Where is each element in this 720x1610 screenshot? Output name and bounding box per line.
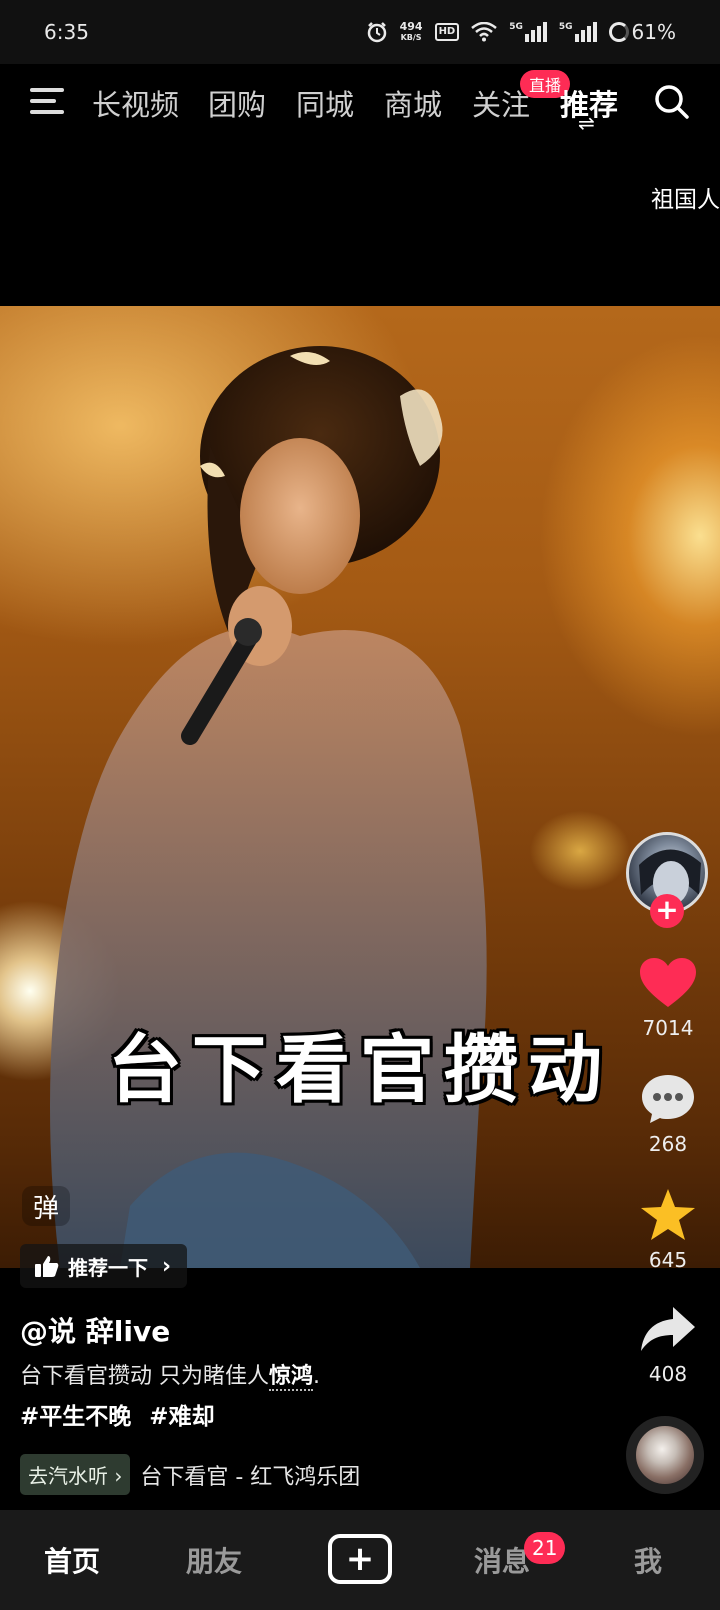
description-suffix: . (313, 1364, 321, 1389)
description-text: 台下看官攒动 只为睹佳人 (20, 1364, 269, 1389)
nav-home[interactable]: 首页 (44, 1540, 100, 1580)
music-disc-icon[interactable] (626, 1416, 704, 1494)
battery-icon (608, 22, 629, 42)
status-time: 6:35 (44, 20, 89, 44)
like-count: 7014 (642, 1016, 694, 1040)
wifi-icon (471, 22, 498, 42)
status-icons: 494 KB/S HD 5G 5G 61% (366, 20, 676, 44)
hd-icon: HD (434, 23, 460, 41)
hashtag-link[interactable]: #难却 (149, 1404, 214, 1430)
music-track-name[interactable]: 台下看官 - 红飞鸿乐团 (140, 1459, 360, 1491)
battery-level: 61% (631, 20, 676, 44)
hashtag-list: #平生不晚 #难却 (20, 1397, 225, 1431)
net-speed-unit: KB/S (400, 33, 422, 42)
messages-badge: 21 (524, 1532, 566, 1564)
listen-in-qishui-button[interactable]: 去汽水听 › (20, 1454, 131, 1495)
chevron-right-icon: › (162, 1253, 172, 1279)
net-speed-indicator: 494 KB/S (400, 21, 423, 43)
menu-icon[interactable] (30, 88, 66, 118)
follow-plus-button[interactable]: + (650, 894, 684, 928)
tab-nearby[interactable]: 同城 (296, 82, 354, 124)
video-performer-image (50, 346, 487, 1268)
net-speed-value: 494 (399, 20, 423, 33)
comment-count: 268 (648, 1132, 688, 1156)
alarm-icon (367, 22, 386, 43)
tab-long-video[interactable]: 长视频 (92, 82, 179, 124)
search-icon[interactable] (654, 84, 690, 120)
signal-icon-2: 5G (559, 22, 597, 42)
signal-2-label: 5G (558, 22, 573, 32)
danmaku-toggle-button[interactable]: 弹 (22, 1186, 70, 1226)
description-keyword-link[interactable]: 惊鸿 (269, 1364, 314, 1391)
favorite-action[interactable]: 645 (620, 1184, 716, 1272)
star-icon (641, 1189, 695, 1240)
nav-messages[interactable]: 消息 (474, 1540, 530, 1580)
battery-indicator: 61% (608, 20, 676, 44)
create-post-button[interactable]: + (328, 1534, 392, 1584)
video-subtitle: 台下看官攒动 (108, 1027, 612, 1113)
music-chip-label: 去汽水听 (28, 1464, 108, 1488)
favorite-count: 645 (648, 1248, 688, 1272)
comment-icon (642, 1075, 694, 1123)
video-player[interactable] (0, 306, 720, 1268)
recommend-button[interactable]: 推荐一下 › (20, 1244, 188, 1288)
signal-1-label: 5G (509, 22, 523, 32)
top-nav: 长视频 团购 同城 商城 关注 直播 推荐 ⇌ (0, 64, 720, 142)
heart-icon (640, 958, 696, 1007)
nav-friends[interactable]: 朋友 (186, 1540, 242, 1580)
recommend-label: 推荐一下 (68, 1255, 148, 1280)
like-action[interactable]: 7014 (620, 952, 716, 1040)
hashtag-link[interactable]: #平生不晚 (20, 1404, 131, 1430)
thumbs-up-icon (35, 1256, 59, 1277)
video-description: 台下看官攒动 只为睹佳人惊鸿. (20, 1358, 321, 1391)
share-count: 408 (648, 1362, 688, 1386)
tab-mall[interactable]: 商城 (384, 82, 442, 124)
status-bar: 6:35 494 KB/S HD 5G 5G 61% (0, 0, 720, 64)
plus-icon: + (345, 1539, 375, 1579)
share-action[interactable]: 408 (620, 1298, 716, 1386)
switch-arrows-icon[interactable]: ⇌ (578, 113, 595, 133)
comment-action[interactable]: 268 (620, 1068, 716, 1156)
signal-icon-1: 5G (509, 22, 547, 42)
share-arrow-icon (641, 1307, 695, 1351)
nav-me[interactable]: 我 (634, 1540, 662, 1580)
music-row: 去汽水听 › 台下看官 - 红飞鸿乐团 (20, 1454, 360, 1495)
tab-group-buy[interactable]: 团购 (208, 82, 266, 124)
author-name[interactable]: @说 辞live (20, 1310, 170, 1350)
next-video-peek[interactable]: 祖国人 (651, 180, 720, 214)
bottom-nav: 首页 朋友 + 消息 21 我 (0, 1510, 720, 1610)
chevron-right-icon: › (114, 1464, 123, 1488)
